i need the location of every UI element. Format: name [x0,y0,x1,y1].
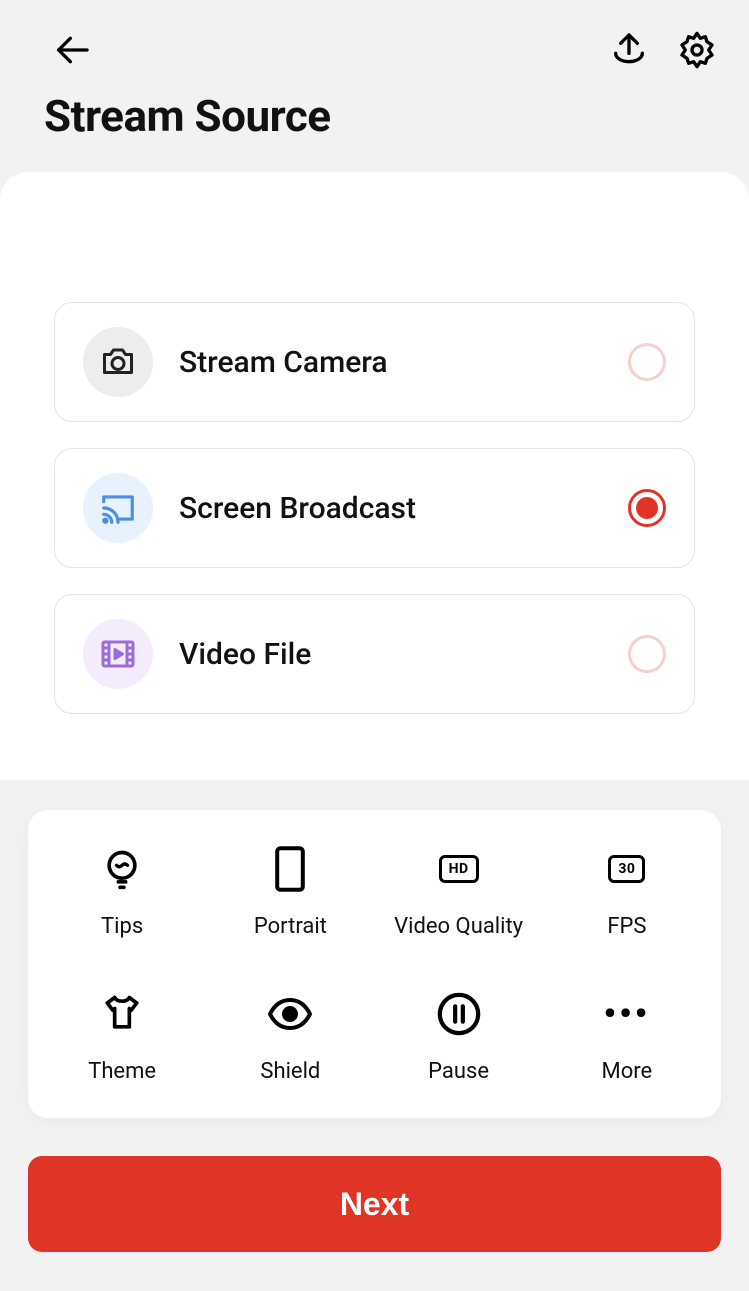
tools-grid: Tips Portrait HD Video Quality 30 FPS Th… [28,810,721,1118]
tool-label: Pause [428,1059,489,1084]
tool-tips[interactable]: Tips [38,844,206,939]
radio-unselected [628,635,666,673]
tool-pause[interactable]: Pause [375,989,543,1084]
tool-label: Portrait [254,914,327,939]
tool-shield[interactable]: Shield [206,989,374,1084]
tool-portrait[interactable]: Portrait [206,844,374,939]
option-label: Video File [179,637,628,672]
tool-label: Tips [101,914,143,939]
hd-badge-icon: HD [439,844,479,894]
portrait-icon [270,844,310,894]
pause-icon [436,989,482,1039]
page-title: Stream Source [0,80,749,172]
settings-button[interactable] [673,26,721,74]
share-button[interactable] [605,26,653,74]
radio-selected [628,489,666,527]
fps-badge-icon: 30 [608,844,645,894]
radio-unselected [628,343,666,381]
next-button[interactable]: Next [28,1156,721,1252]
option-screen-broadcast[interactable]: Screen Broadcast [54,448,695,568]
cast-icon [83,473,153,543]
tool-fps[interactable]: 30 FPS [543,844,711,939]
eye-icon [266,989,314,1039]
film-icon [83,619,153,689]
lightbulb-icon [100,844,144,894]
tshirt-icon [98,989,146,1039]
option-label: Stream Camera [179,345,628,380]
option-label: Screen Broadcast [179,491,628,526]
tool-video-quality[interactable]: HD Video Quality [375,844,543,939]
tool-theme[interactable]: Theme [38,989,206,1084]
option-video-file[interactable]: Video File [54,594,695,714]
option-stream-camera[interactable]: Stream Camera [54,302,695,422]
source-options-card: Stream Camera Screen Broadcast Video Fil… [0,172,749,780]
back-button[interactable] [48,26,96,74]
arrow-left-icon [52,30,92,70]
more-icon: ••• [603,989,650,1039]
upload-icon [609,30,649,70]
tool-label: Shield [260,1059,320,1084]
tool-label: Video Quality [394,914,523,939]
tool-label: FPS [607,914,646,939]
camera-icon [83,327,153,397]
tool-more[interactable]: ••• More [543,989,711,1084]
tool-label: Theme [88,1059,156,1084]
gear-icon [677,30,717,70]
tool-label: More [602,1059,653,1084]
